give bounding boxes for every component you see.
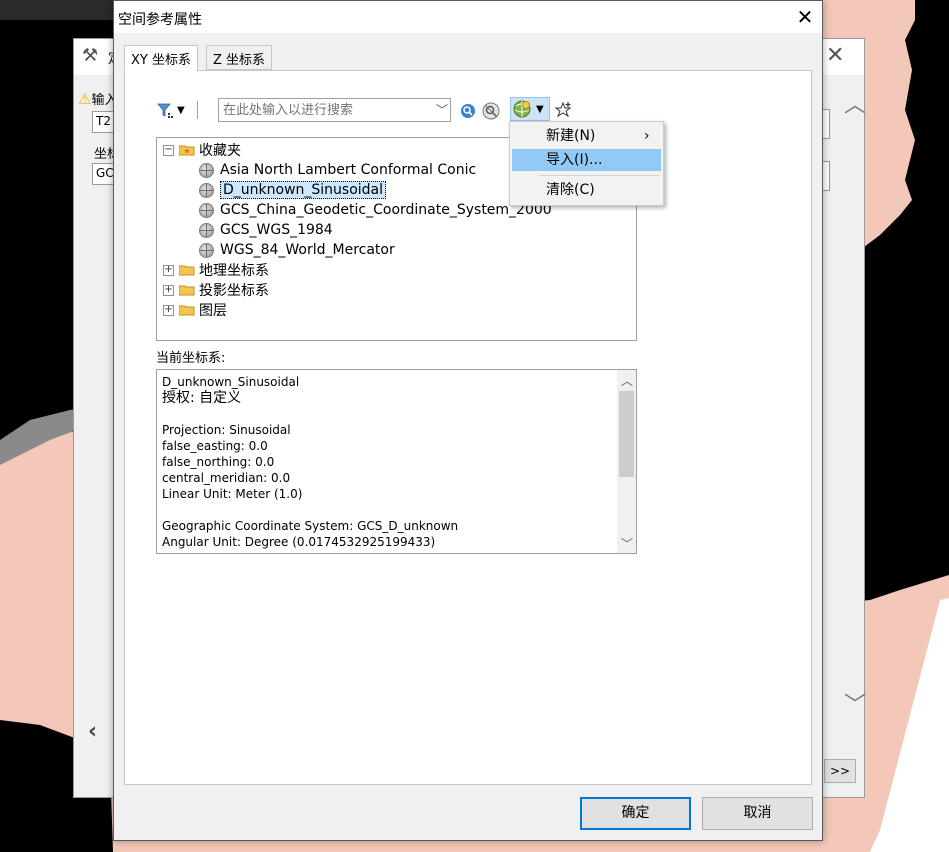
globe-icon	[513, 100, 531, 118]
more-button[interactable]: >>	[824, 759, 856, 783]
globe-icon	[199, 242, 214, 258]
menu-item-label: 新建(N)	[546, 128, 596, 144]
warning-icon: ⚠	[78, 90, 92, 108]
tree-item-label: WGS_84_World_Mercator	[220, 242, 395, 258]
spatial-reference-dialog: 空间参考属性 ✕ XY 坐标系 Z 坐标系 ▼ ﹀	[113, 0, 823, 841]
details-line: false_northing: 0.0	[162, 455, 275, 469]
tree-node-label: 图层	[199, 303, 227, 319]
tree-item-d-unknown-sinusoidal[interactable]: D_unknown_Sinusoidal	[199, 180, 387, 200]
details-spacer	[162, 406, 612, 422]
tree-item-wgs-84-world-mercator[interactable]: WGS_84_World_Mercator	[199, 240, 395, 260]
tree-node-geographic[interactable]: + 地理坐标系	[163, 260, 269, 280]
clear-search-button[interactable]	[482, 100, 500, 122]
tab-panel: ▼ ﹀ ▼	[124, 70, 812, 785]
details-line: Linear Unit: Meter (1.0)	[162, 487, 303, 501]
expand-icon[interactable]: +	[163, 284, 174, 296]
hammer-icon: ⚒	[82, 45, 99, 66]
expand-icon[interactable]: +	[163, 304, 174, 316]
search-input[interactable]	[219, 99, 424, 121]
search-icon	[461, 104, 475, 118]
globe-icon	[199, 182, 214, 198]
tree-node-label: 投影坐标系	[199, 283, 269, 299]
chevron-down-icon[interactable]: ﹀	[844, 687, 866, 719]
chevron-left-icon[interactable]: ‹	[88, 719, 97, 744]
chevron-down-icon[interactable]: ﹀	[436, 101, 448, 118]
chevron-down-icon: ▼	[536, 103, 544, 115]
globe-icon	[199, 202, 214, 218]
submenu-arrow-icon: ›	[644, 128, 650, 144]
search-combobox[interactable]: ﹀	[218, 98, 451, 122]
folder-icon	[179, 285, 195, 296]
toolbar-separator	[196, 101, 198, 119]
search-button[interactable]	[460, 100, 476, 122]
tree-node-label: 地理坐标系	[199, 263, 269, 279]
tree-node-projected[interactable]: + 投影坐标系	[163, 280, 269, 300]
tree-item-asia-north-lambert[interactable]: Asia North Lambert Conformal Conic	[199, 160, 476, 180]
scroll-down-icon[interactable]: ﹀	[621, 535, 633, 552]
details-scrollbar[interactable]: ︿ ﹀	[617, 370, 636, 553]
tree-node-label: 收藏夹	[199, 143, 241, 159]
tree-item-label: Asia North Lambert Conformal Conic	[220, 162, 477, 178]
add-coordinate-system-menu: 新建(N) › 导入(I)... 清除(C)	[509, 121, 664, 206]
details-line: Angular Unit: Degree (0.0174532925199433…	[162, 535, 436, 549]
globe-icon	[199, 162, 214, 178]
dialog-titlebar: 空间参考属性 ✕	[114, 1, 822, 33]
menu-item-clear[interactable]: 清除(C)	[512, 179, 661, 201]
details-text: D_unknown_Sinusoidal 授权: 自定义 Projection:…	[162, 374, 612, 550]
dialog-title: 空间参考属性	[118, 12, 202, 28]
details-line: false_easting: 0.0	[162, 439, 268, 453]
scrollbar-thumb[interactable]	[619, 391, 634, 477]
add-to-favorites-button[interactable]	[555, 99, 573, 121]
tree-item-label: GCS_China_Geodetic_Coordinate_System_200…	[220, 202, 552, 218]
tab-z-coordinate-system[interactable]: Z 坐标系	[206, 45, 273, 70]
folder-icon	[179, 265, 195, 276]
input-field-right-edge	[822, 109, 830, 139]
menu-separator	[538, 175, 660, 176]
tree-node-layers[interactable]: + 图层	[163, 300, 227, 320]
cancel-button[interactable]: 取消	[702, 797, 813, 830]
close-button[interactable]: ✕	[788, 3, 822, 33]
tree-node-favorites[interactable]: − 收藏夹	[163, 140, 241, 160]
star-icon	[555, 101, 572, 118]
collapse-icon[interactable]: −	[163, 144, 174, 156]
details-name: D_unknown_Sinusoidal	[162, 375, 300, 389]
coordinate-field-right-edge	[822, 161, 830, 191]
tree-item-label: D_unknown_Sinusoidal	[220, 181, 387, 199]
menu-item-new[interactable]: 新建(N) ›	[512, 125, 661, 147]
ok-button[interactable]: 确定	[580, 797, 691, 830]
details-line: Geographic Coordinate System: GCS_D_unkn…	[162, 519, 459, 533]
globe-icon	[199, 222, 214, 238]
tree-item-label: GCS_WGS_1984	[220, 222, 333, 238]
details-authority: 授权: 自定义	[162, 390, 242, 406]
filter-button[interactable]: ▼	[157, 99, 198, 121]
tree-item-gcs-china-2000[interactable]: GCS_China_Geodetic_Coordinate_System_200…	[199, 200, 552, 220]
folder-icon	[179, 305, 195, 316]
chevron-down-icon: ▼	[177, 104, 185, 116]
menu-item-import[interactable]: 导入(I)...	[512, 149, 661, 171]
warning-label: ⚠输入	[78, 89, 117, 108]
details-line: Projection: Sinusoidal	[162, 423, 291, 437]
details-line: central_meridian: 0.0	[162, 471, 291, 485]
current-system-details[interactable]: D_unknown_Sinusoidal 授权: 自定义 Projection:…	[156, 369, 637, 554]
tab-xy-coordinate-system[interactable]: XY 坐标系	[124, 45, 198, 72]
clear-search-icon	[482, 102, 500, 120]
details-line-empty	[162, 502, 612, 518]
add-coordinate-system-button[interactable]: ▼	[510, 97, 550, 121]
tree-item-gcs-wgs-1984[interactable]: GCS_WGS_1984	[199, 220, 333, 240]
scroll-up-icon[interactable]: ︿	[621, 372, 633, 389]
chevron-up-icon[interactable]: ︿	[844, 87, 866, 119]
close-icon[interactable]: ✕	[826, 43, 844, 68]
current-system-label: 当前坐标系:	[156, 351, 226, 366]
favorites-folder-icon	[179, 145, 195, 156]
filter-icon	[157, 103, 173, 118]
expand-icon[interactable]: +	[163, 264, 174, 276]
